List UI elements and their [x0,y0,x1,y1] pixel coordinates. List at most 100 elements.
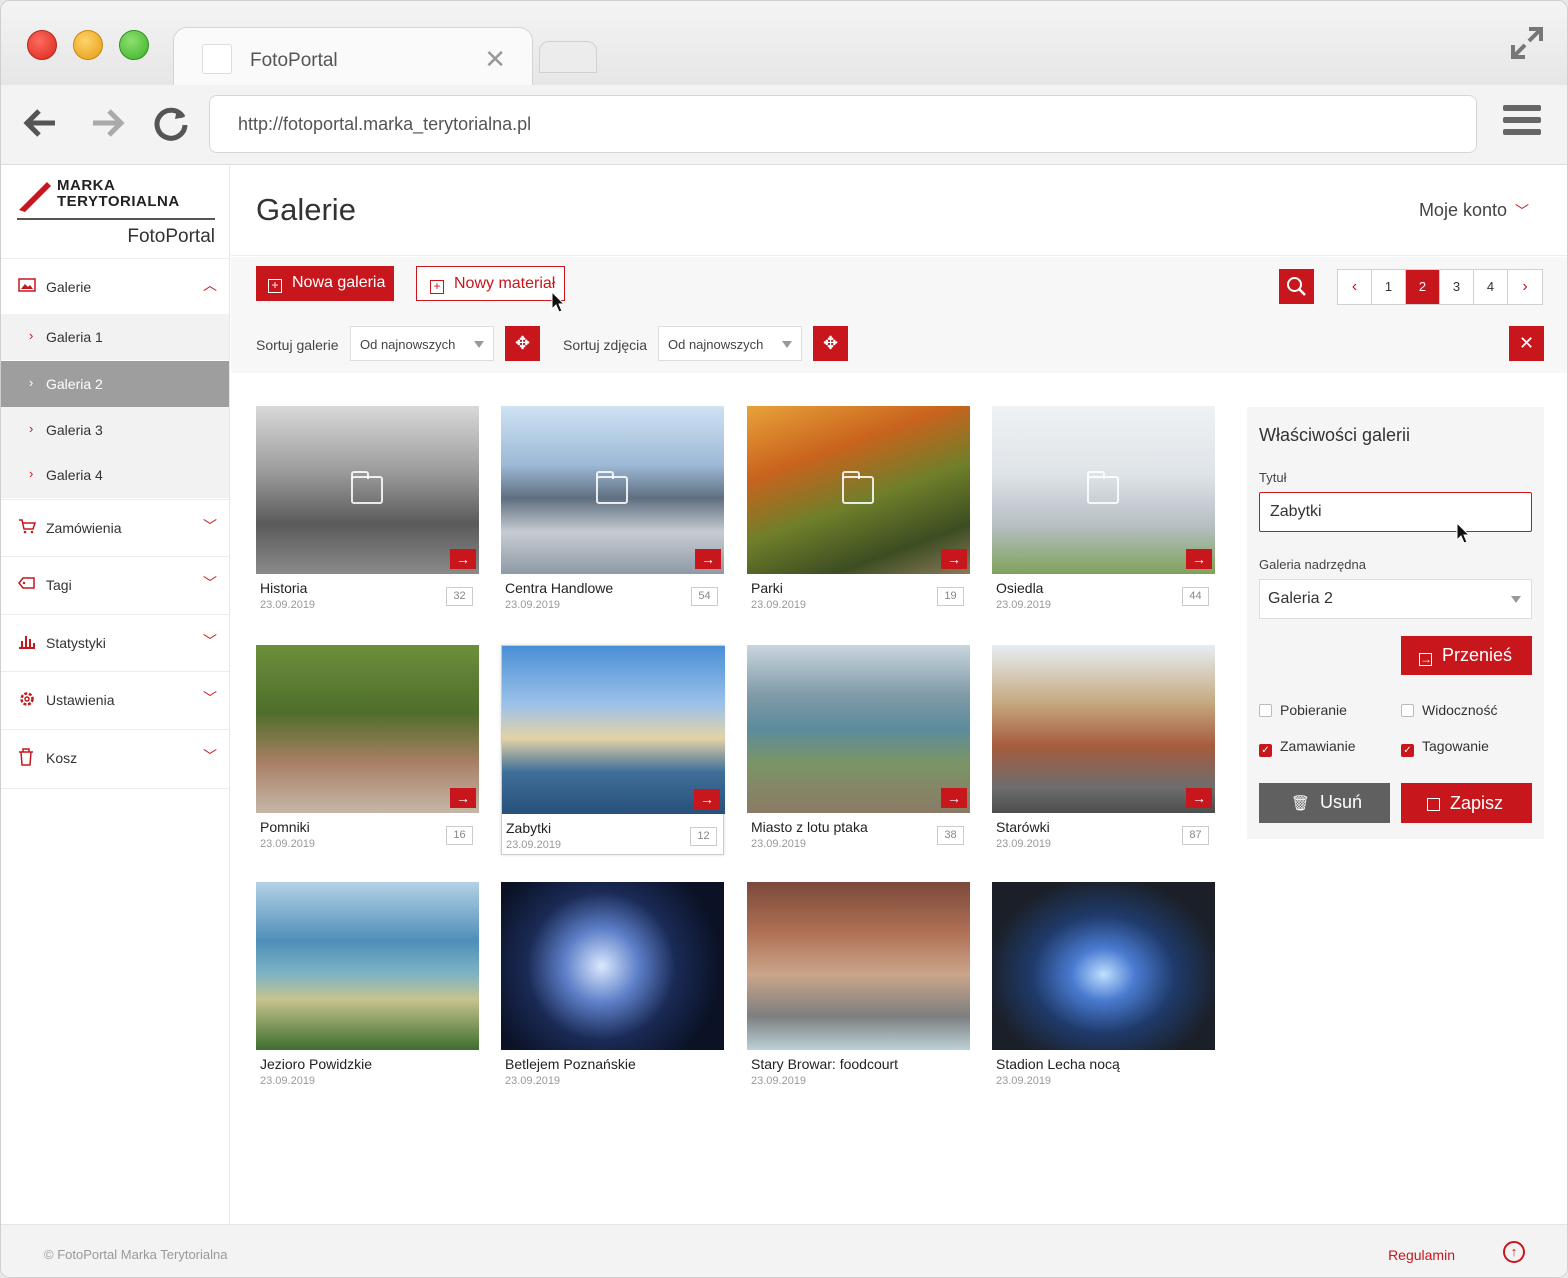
gallery-thumbnail[interactable] [992,645,1215,813]
gallery-card[interactable]: → Pomniki 23.09.2019 16 [256,645,479,855]
sidebar-item-statystyki[interactable]: Statystyki ﹀ [1,614,229,670]
open-gallery-arrow-icon[interactable]: → [1186,549,1212,569]
gallery-thumbnail[interactable] [256,882,479,1050]
tab-close-icon[interactable]: ✕ [484,44,506,75]
open-gallery-arrow-icon[interactable]: → [450,549,476,569]
sidebar-item-label: Zamówienia [46,520,122,536]
gallery-card[interactable]: → Parki 23.09.2019 19 [747,406,970,616]
page-1-button[interactable]: 1 [1372,270,1406,304]
subitem-label: Galeria 4 [46,467,103,483]
gallery-name: Stary Browar: foodcourt [751,1056,899,1072]
gallery-thumbnail[interactable] [992,882,1215,1050]
prev-page-button[interactable]: ‹ [1338,270,1372,304]
open-gallery-arrow-icon[interactable]: → [694,789,720,809]
page-title: Galerie [256,192,356,227]
mouse-cursor-icon [551,291,565,313]
folder-icon [596,471,628,504]
pagination: ‹ 1 2 3 4 › [1337,269,1543,305]
sidebar-subitem-galeria-3[interactable]: › Galeria 3 [1,407,229,453]
sidebar-subitem-galeria-4[interactable]: › Galeria 4 [1,452,229,498]
title-input[interactable]: Zabytki [1259,492,1532,532]
visibility-checkbox[interactable]: Widoczność [1401,702,1497,718]
gallery-card[interactable]: → Historia 23.09.2019 32 [256,406,479,616]
checkbox-label: Widoczność [1422,702,1498,718]
page-3-button[interactable]: 3 [1440,270,1474,304]
new-material-button[interactable]: + Nowy materiał [416,266,565,301]
open-gallery-arrow-icon[interactable]: → [450,788,476,808]
logo[interactable]: MARKA TERYTORIALNA FotoPortal [17,178,217,258]
tagging-checkbox[interactable]: ✓ Tagowanie [1401,738,1489,757]
photo-count-badge: 44 [1182,587,1209,606]
sidebar-item-label: Ustawienia [46,692,115,708]
gallery-thumbnail[interactable] [256,645,479,813]
open-gallery-arrow-icon[interactable]: → [941,549,967,569]
browser-tab[interactable]: FotoPortal ✕ [173,27,533,85]
sidebar-item-kosz[interactable]: Kosz ﹀ [1,729,229,789]
gallery-card[interactable]: Betlejem Poznańskie 23.09.2019 [501,882,724,1092]
gallery-card[interactable]: → Miasto z lotu ptaka 23.09.2019 38 [747,645,970,855]
gallery-thumbnail[interactable] [747,882,970,1050]
subitem-label: Galeria 1 [46,329,103,345]
gallery-thumbnail[interactable] [502,646,725,814]
search-icon [1287,277,1306,296]
open-gallery-arrow-icon[interactable]: → [695,549,721,569]
gallery-card[interactable]: → Starówki 23.09.2019 87 [992,645,1215,855]
sort-galleries-select[interactable]: Od najnowszych [350,326,494,361]
gallery-card[interactable]: → Osiedla 23.09.2019 44 [992,406,1215,616]
sidebar-item-ustawienia[interactable]: Ustawienia ﹀ [1,671,229,727]
page-4-button[interactable]: 4 [1474,270,1508,304]
save-button[interactable]: Zapisz [1401,783,1532,823]
close-window-button[interactable] [27,30,57,60]
parent-gallery-select[interactable]: Galeria 2 [1259,579,1532,619]
scroll-top-icon[interactable]: ↑ [1503,1241,1525,1263]
gallery-card[interactable]: Stadion Lecha nocą 23.09.2019 [992,882,1215,1092]
sidebar-subitem-galeria-2[interactable]: › Galeria 2 [1,361,229,407]
gallery-card[interactable]: → Centra Handlowe 23.09.2019 54 [501,406,724,616]
sidebar-item-zamowienia[interactable]: Zamówienia ﹀ [1,499,229,555]
hamburger-menu-icon[interactable] [1503,105,1541,141]
gallery-card[interactable]: Stary Browar: foodcourt 23.09.2019 [747,882,970,1092]
gallery-card[interactable]: Jezioro Powidzkie 23.09.2019 [256,882,479,1092]
sidebar-item-galerie[interactable]: Galerie ︿ [1,258,229,314]
next-page-button[interactable]: › [1508,270,1542,304]
chevron-down-icon: ﹀ [203,518,217,534]
close-panel-button[interactable]: ✕ [1509,326,1544,361]
sidebar-item-tagi[interactable]: Tagi ﹀ [1,556,229,612]
plus-square-icon: + [430,280,444,294]
fullscreen-icon[interactable] [1509,25,1545,61]
gallery-card[interactable]: → Zabytki 23.09.2019 12 [501,645,725,855]
sort-photos-select[interactable]: Od najnowszych [658,326,802,361]
page-2-button[interactable]: 2 [1406,270,1440,304]
gallery-date: 23.09.2019 [996,1075,1052,1087]
logo-text: MARKA TERYTORIALNA [57,177,180,210]
gallery-thumbnail[interactable] [501,882,724,1050]
gallery-date: 23.09.2019 [751,1075,807,1087]
forward-arrow-icon[interactable] [87,103,127,150]
download-checkbox[interactable]: Pobieranie [1259,702,1347,718]
maximize-window-button[interactable] [119,30,149,60]
address-bar[interactable]: http://fotoportal.marka_terytorialna.pl [209,95,1477,153]
delete-button[interactable]: 🗑 Usuń [1259,783,1390,823]
checkbox-label: Zamawianie [1280,738,1356,754]
reload-icon[interactable] [151,103,191,150]
logo-divider [17,218,215,220]
gear-icon [18,690,36,708]
app-root: MARKA TERYTORIALNA FotoPortal Galerie ︿ ›… [1,166,1567,1277]
search-button[interactable] [1279,269,1314,304]
move-arrows-button[interactable]: ✥ [813,326,848,361]
open-gallery-arrow-icon[interactable]: → [941,788,967,808]
gallery-thumbnail[interactable] [747,645,970,813]
ordering-checkbox[interactable]: ✓ Zamawianie [1259,738,1355,757]
new-tab-button[interactable] [539,41,597,73]
new-gallery-button[interactable]: + Nowa galeria [256,266,394,301]
move-button[interactable]: → Przenieś [1401,636,1532,675]
gallery-name: Pomniki [260,819,310,835]
select-value: Galeria 2 [1268,590,1333,607]
open-gallery-arrow-icon[interactable]: → [1186,788,1212,808]
sidebar-subitem-galeria-1[interactable]: › Galeria 1 [1,314,229,360]
account-menu[interactable]: Moje konto ﹀ [1419,200,1529,221]
minimize-window-button[interactable] [73,30,103,60]
move-arrows-button[interactable]: ✥ [505,326,540,361]
back-arrow-icon[interactable] [21,103,61,150]
terms-link[interactable]: Regulamin [1388,1247,1455,1263]
